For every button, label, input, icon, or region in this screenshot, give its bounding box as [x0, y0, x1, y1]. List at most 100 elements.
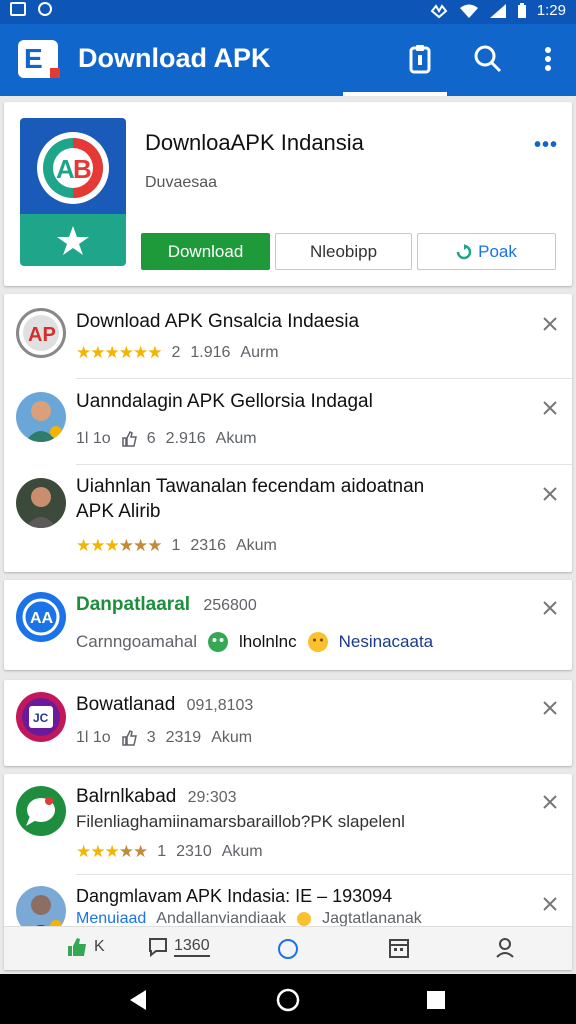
- close-icon[interactable]: [542, 700, 558, 716]
- list-item-meta: ★★★★★★ 2 1.916 Aurm: [76, 343, 279, 363]
- list-item[interactable]: Balrnlkabad 29:303 Filenliaghamiinamarsb…: [4, 774, 572, 874]
- rating-count: 1: [171, 537, 181, 554]
- list-item[interactable]: JC Bowatlanad 091,8103 1l 1o 3 2319 Akum: [4, 680, 572, 766]
- chat-bubble-icon: [26, 797, 55, 826]
- close-icon[interactable]: [542, 316, 558, 332]
- app-card[interactable]: JC Bowatlanad 091,8103 1l 1o 3 2319 Akum: [4, 680, 572, 766]
- wifi-icon: [459, 4, 478, 18]
- svg-text:AP: AP: [28, 324, 56, 346]
- list-item-title: Dangmlavam APK Indasia: IE – 193094: [76, 886, 393, 906]
- peak-button-label: Poak: [478, 241, 517, 261]
- profile-icon[interactable]: [494, 937, 516, 959]
- close-icon[interactable]: [542, 486, 558, 502]
- green-emoji-icon: [207, 632, 228, 652]
- chip-label[interactable]: Nesinacaata: [339, 632, 434, 652]
- featured-app-card[interactable]: A B DownloaAPK Indansia Duvaesaa ••• Dow…: [4, 102, 572, 286]
- download-button[interactable]: Download: [141, 233, 270, 270]
- like-label: K: [94, 938, 105, 955]
- gallery-notification-icon: [10, 2, 26, 16]
- card-title-text: Danpatlaaral: [76, 594, 191, 615]
- smiley-emoji-icon: [307, 632, 328, 652]
- secondary-button[interactable]: Nleobipp: [275, 233, 412, 270]
- clipboard-icon[interactable]: [402, 42, 438, 76]
- item-tag: Aurm: [240, 344, 279, 361]
- calendar-icon[interactable]: [388, 937, 410, 959]
- close-icon[interactable]: [542, 400, 558, 416]
- person-photo-icon: [25, 487, 57, 528]
- app-avatar: JC: [16, 692, 66, 742]
- card-title: Balrnlkabad 29:303: [76, 786, 237, 808]
- comment-icon: [149, 938, 167, 957]
- views-count: 1l 1o: [76, 430, 111, 447]
- card-number: 29:303: [187, 789, 237, 806]
- app-title: Download APK: [78, 43, 271, 73]
- peak-button[interactable]: Poak: [417, 233, 556, 270]
- app-logo-ab-icon: A B: [37, 132, 109, 204]
- list-item[interactable]: Uanndalagin APK Gellorsia Indagal 1l 1o …: [4, 378, 572, 464]
- list-item-title: Uanndalagin APK Gellorsia Indagal: [76, 391, 373, 412]
- comment-action[interactable]: 1360: [148, 937, 210, 957]
- item-tag: Akum: [235, 537, 277, 554]
- featured-app-icon[interactable]: A B: [20, 118, 126, 266]
- list-item[interactable]: AP Download APK Gnsalcia Indaesia ★★★★★★…: [4, 294, 572, 378]
- search-icon[interactable]: [470, 42, 506, 76]
- active-tab-indicator: [343, 92, 447, 96]
- bottom-action-bar: K 1360: [4, 926, 572, 970]
- overflow-menu-icon[interactable]: [530, 42, 566, 76]
- status-bar: 1:29: [0, 0, 576, 24]
- apk-logo-icon: AP: [23, 315, 59, 351]
- more-options-icon[interactable]: •••: [534, 134, 558, 157]
- app-avatar: [16, 786, 66, 836]
- featured-app-title: DownloaAPK Indansia: [145, 130, 364, 155]
- app-list-card: AP Download APK Gnsalcia Indaesia ★★★★★★…: [4, 294, 572, 572]
- vibrate-icon: [430, 3, 448, 18]
- card-number: 256800: [203, 597, 257, 614]
- svg-text:JC: JC: [33, 711, 49, 725]
- list-item-meta: 1l 1o 6 2.916 Akum: [76, 430, 257, 448]
- svg-text:B: B: [73, 154, 92, 184]
- item-tag: Akum: [221, 843, 263, 860]
- close-icon[interactable]: [542, 794, 558, 810]
- card-subtitle: Carnngoamahal: [76, 632, 197, 651]
- card-meta: ★★★★★ 1 2310 Akum: [76, 842, 263, 862]
- rating-count: 1: [157, 843, 167, 860]
- list-item[interactable]: AA Danpatlaaral 256800 Carnngoamahal lho…: [4, 580, 572, 670]
- star-icon: [57, 226, 89, 255]
- thumbs-up-icon[interactable]: [121, 730, 137, 746]
- recents-icon[interactable]: [424, 988, 448, 1012]
- item-value: 2.916: [165, 430, 206, 447]
- rating-stars: ★★★★★★: [76, 536, 162, 555]
- app-bar: E Download APK: [0, 24, 576, 96]
- circle-icon[interactable]: [276, 937, 300, 961]
- card-title-text: Bowatlanad: [76, 694, 176, 715]
- item-value: 2316: [190, 537, 226, 554]
- close-icon[interactable]: [542, 896, 558, 912]
- battery-icon: [517, 2, 526, 18]
- back-icon[interactable]: [126, 988, 150, 1012]
- user-avatar: [16, 392, 66, 442]
- thumbs-up-icon: [68, 938, 86, 956]
- user-avatar: [16, 478, 66, 528]
- sync-notification-icon: [38, 2, 52, 16]
- card-description: Filenliaghamiinamarsbaraillob?PK slapele…: [76, 812, 405, 831]
- person-photo-icon: [25, 401, 62, 442]
- item-value: 2319: [165, 729, 202, 746]
- cell-signal-icon: [489, 3, 506, 18]
- chip-label[interactable]: lholnlnc: [239, 632, 297, 652]
- list-item-title: Download APK Gnsalcia Indaesia: [76, 311, 360, 332]
- card-number: 091,8103: [186, 697, 254, 714]
- views-count: 1l 1o: [76, 729, 111, 746]
- likes-count: 6: [146, 430, 156, 447]
- likes-count: 3: [146, 729, 156, 746]
- close-icon[interactable]: [542, 600, 558, 616]
- home-icon[interactable]: [276, 988, 300, 1012]
- app-card[interactable]: AA Danpatlaaral 256800 Carnngoamahal lho…: [4, 580, 572, 670]
- list-item[interactable]: Uiahnlan Tawanalan fecendam aidoatnan AP…: [4, 464, 572, 572]
- app-logo[interactable]: E: [18, 40, 60, 78]
- card-title: Bowatlanad 091,8103: [76, 694, 253, 716]
- app-logo-icon: JC: [22, 698, 60, 736]
- rating-count: 2: [171, 344, 181, 361]
- thumbs-up-icon[interactable]: [121, 431, 137, 447]
- card-title: Danpatlaaral 256800: [76, 594, 257, 616]
- like-action[interactable]: K: [66, 937, 105, 957]
